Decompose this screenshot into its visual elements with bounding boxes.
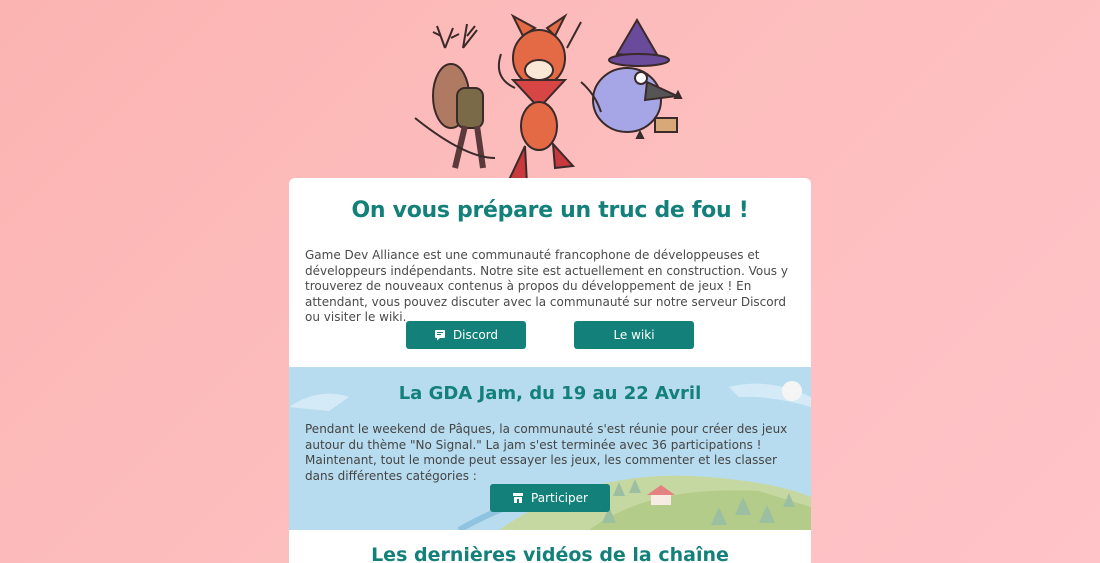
hero-illustration: [405, 8, 695, 188]
discord-label: Discord: [452, 328, 499, 342]
jam-section: La GDA Jam, du 19 au 22 Avril Pendant le…: [289, 367, 811, 530]
bird-wizard-mascot: [580, 18, 683, 139]
intro-section: On vous prépare un truc de fou ! Game De…: [289, 178, 811, 367]
chat-icon: [434, 330, 445, 341]
discord-button[interactable]: Discord: [406, 321, 526, 349]
store-icon: [513, 493, 524, 503]
videos-title: Les dernières vidéos de la chaîne: [371, 544, 729, 563]
deer-mascot: [414, 23, 496, 169]
wiki-label: Le wiki: [613, 328, 655, 342]
participate-button[interactable]: Participer: [490, 484, 610, 512]
intro-description: Game Dev Alliance est une communauté fra…: [305, 248, 788, 324]
page-title: On vous prépare un truc de fou !: [351, 198, 749, 223]
main-card: On vous prépare un truc de fou ! Game De…: [289, 178, 811, 563]
jam-description: Pendant le weekend de Pâques, la communa…: [305, 422, 788, 483]
fox-mascot: [497, 13, 582, 186]
wiki-button[interactable]: Le wiki: [574, 321, 694, 349]
participate-label: Participer: [531, 491, 588, 505]
mascots-illustration: [414, 13, 683, 186]
intro-button-row: Discord Le wiki: [289, 321, 811, 349]
jam-title: La GDA Jam, du 19 au 22 Avril: [398, 383, 702, 404]
